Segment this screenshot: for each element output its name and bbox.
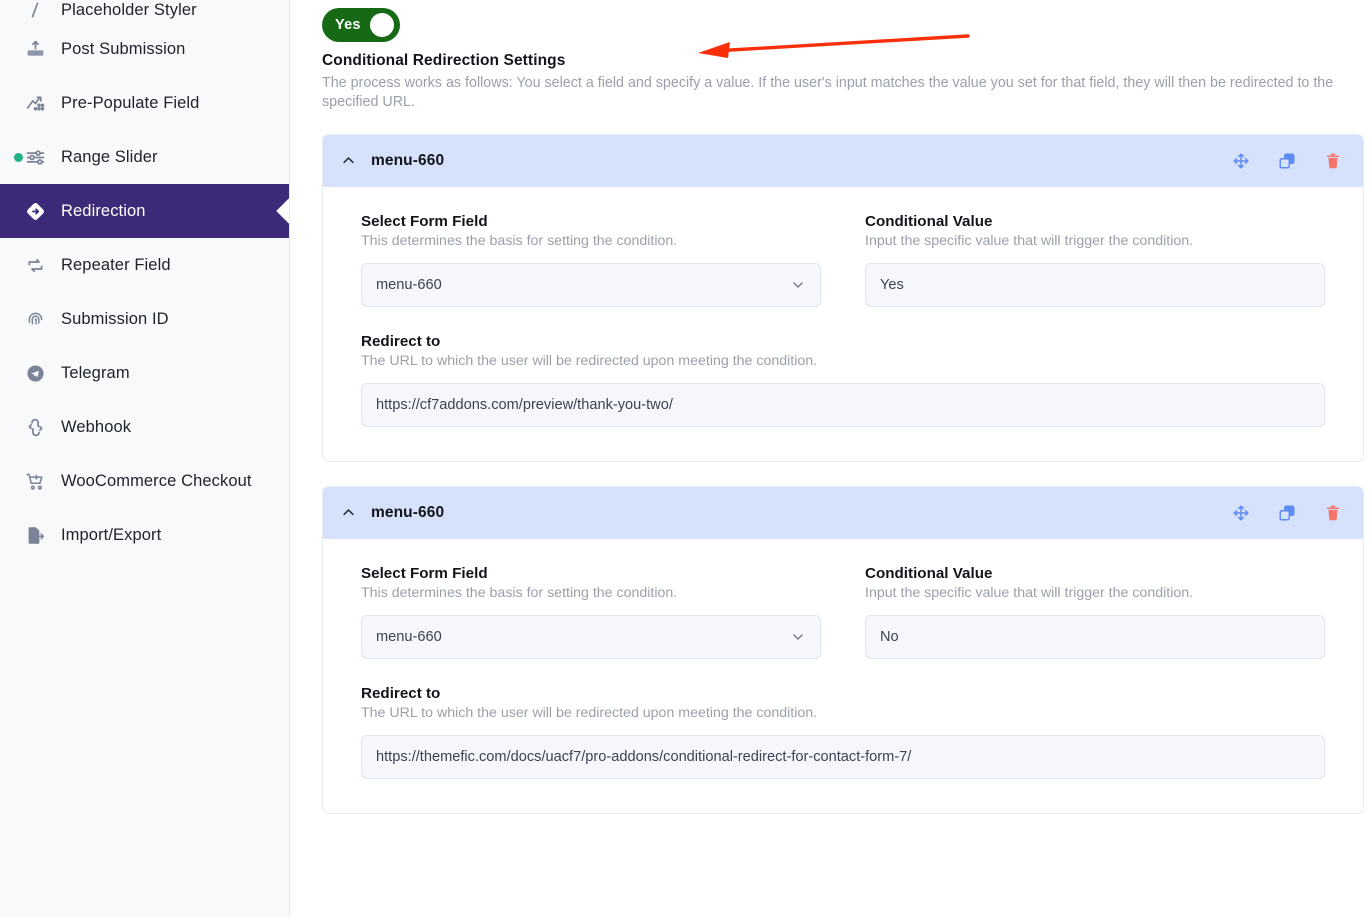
- toggle-knob: [370, 13, 394, 37]
- pre-populate-field-icon: [22, 92, 48, 114]
- redirect-to-group: Redirect to The URL to which the user wi…: [361, 685, 1325, 779]
- condition-card: menu-660: [322, 134, 1364, 462]
- sidebar-item-label: WooCommerce Checkout: [61, 472, 252, 491]
- conditional-value-group: Conditional Value Input the specific val…: [865, 565, 1325, 659]
- repeater-field-icon: [22, 254, 48, 276]
- select-form-field-help: This determines the basis for setting th…: [361, 585, 821, 601]
- conditional-value-input[interactable]: No: [865, 615, 1325, 659]
- conditional-value-help: Input the specific value that will trigg…: [865, 233, 1325, 249]
- post-submission-icon: [22, 38, 48, 60]
- select-form-field-dropdown[interactable]: menu-660: [361, 263, 821, 307]
- webhook-icon: [22, 416, 48, 438]
- app-root: Placeholder Styler Post Submission: [0, 0, 1370, 917]
- condition-card-actions: [1231, 151, 1343, 171]
- sidebar-item-label: Webhook: [61, 418, 131, 437]
- select-form-field-help: This determines the basis for setting th…: [361, 233, 821, 249]
- sidebar-item-label: Post Submission: [61, 40, 185, 59]
- sidebar-item-pre-populate-field[interactable]: Pre-Populate Field: [0, 76, 289, 130]
- redirect-url-input[interactable]: https://cf7addons.com/preview/thank-you-…: [361, 383, 1325, 427]
- redirect-to-group: Redirect to The URL to which the user wi…: [361, 333, 1325, 427]
- conditional-value-help: Input the specific value that will trigg…: [865, 585, 1325, 601]
- condition-card: menu-660: [322, 486, 1364, 814]
- select-form-field-group: Select Form Field This determines the ba…: [361, 565, 821, 659]
- status-dot: [14, 153, 23, 162]
- sidebar-item-label: Submission ID: [61, 310, 169, 329]
- sidebar-item-label: Import/Export: [61, 526, 161, 545]
- redirect-to-help: The URL to which the user will be redire…: [361, 353, 1325, 369]
- chevron-up-icon[interactable]: [339, 152, 357, 170]
- sidebar-item-redirection[interactable]: Redirection: [0, 184, 289, 238]
- sidebar-item-telegram[interactable]: Telegram: [0, 346, 289, 400]
- conditional-value-label: Conditional Value: [865, 213, 1325, 230]
- conditional-value-text: Yes: [880, 277, 904, 293]
- conditional-value-label: Conditional Value: [865, 565, 1325, 582]
- conditional-value-group: Conditional Value Input the specific val…: [865, 213, 1325, 307]
- move-icon[interactable]: [1231, 503, 1251, 523]
- delete-icon[interactable]: [1323, 151, 1343, 171]
- select-form-field-group: Select Form Field This determines the ba…: [361, 213, 821, 307]
- chevron-down-icon: [790, 277, 806, 293]
- select-form-field-value: menu-660: [376, 629, 442, 645]
- sidebar-item-label: Pre-Populate Field: [61, 94, 199, 113]
- redirect-to-label: Redirect to: [361, 685, 1325, 702]
- sidebar-item-webhook[interactable]: Webhook: [0, 400, 289, 454]
- sidebar-item-label: Redirection: [61, 202, 146, 221]
- sidebar-item-label: Telegram: [61, 364, 130, 383]
- select-form-field-label: Select Form Field: [361, 213, 821, 230]
- redirect-to-label: Redirect to: [361, 333, 1325, 350]
- sidebar-item-import-export[interactable]: Import/Export: [0, 508, 289, 562]
- condition-fields-row: Select Form Field This determines the ba…: [361, 565, 1325, 659]
- condition-card-body: Select Form Field This determines the ba…: [323, 539, 1363, 813]
- redirection-icon: [22, 200, 48, 222]
- page-description: The process works as follows: You select…: [322, 74, 1362, 112]
- range-slider-icon: [22, 146, 48, 168]
- import-export-icon: [22, 524, 48, 546]
- conditional-value-text: No: [880, 629, 899, 645]
- condition-card-body: Select Form Field This determines the ba…: [323, 187, 1363, 461]
- sidebar-item-label: Range Slider: [61, 148, 158, 167]
- sidebar-item-placeholder-styler[interactable]: Placeholder Styler: [0, 0, 289, 22]
- telegram-icon: [22, 362, 48, 384]
- sidebar-item-submission-id[interactable]: Submission ID: [0, 292, 289, 346]
- sidebar-item-label: Placeholder Styler: [61, 1, 197, 20]
- delete-icon[interactable]: [1323, 503, 1343, 523]
- sidebar-item-post-submission[interactable]: Post Submission: [0, 22, 289, 76]
- chevron-down-icon: [790, 629, 806, 645]
- redirect-url-input[interactable]: https://themefic.com/docs/uacf7/pro-addo…: [361, 735, 1325, 779]
- redirect-to-help: The URL to which the user will be redire…: [361, 705, 1325, 721]
- woocommerce-checkout-icon: [22, 470, 48, 492]
- select-form-field-value: menu-660: [376, 277, 442, 293]
- main-content: Yes Conditional Redirection Settings The…: [290, 0, 1370, 917]
- redirect-url-text: https://cf7addons.com/preview/thank-you-…: [376, 397, 673, 413]
- condition-card-header[interactable]: menu-660: [323, 135, 1363, 187]
- sidebar-item-woocommerce-checkout[interactable]: WooCommerce Checkout: [0, 454, 289, 508]
- sidebar: Placeholder Styler Post Submission: [0, 0, 290, 917]
- condition-fields-row: Select Form Field This determines the ba…: [361, 213, 1325, 307]
- submission-id-icon: [22, 308, 48, 330]
- conditional-value-input[interactable]: Yes: [865, 263, 1325, 307]
- enable-redirection-toggle[interactable]: Yes: [322, 8, 400, 42]
- sidebar-item-label: Repeater Field: [61, 256, 171, 275]
- condition-card-actions: [1231, 503, 1343, 523]
- duplicate-icon[interactable]: [1277, 151, 1297, 171]
- page-title: Conditional Redirection Settings: [322, 52, 1370, 70]
- enable-redirection-row: Yes: [322, 0, 1370, 52]
- condition-card-header[interactable]: menu-660: [323, 487, 1363, 539]
- move-icon[interactable]: [1231, 151, 1251, 171]
- condition-card-title: menu-660: [371, 504, 444, 522]
- duplicate-icon[interactable]: [1277, 503, 1297, 523]
- sidebar-item-range-slider[interactable]: Range Slider: [0, 130, 289, 184]
- toggle-state-label: Yes: [335, 17, 361, 33]
- placeholder-styler-icon: [22, 2, 48, 20]
- redirect-url-text: https://themefic.com/docs/uacf7/pro-addo…: [376, 749, 911, 765]
- select-form-field-dropdown[interactable]: menu-660: [361, 615, 821, 659]
- condition-card-title: menu-660: [371, 152, 444, 170]
- sidebar-item-repeater-field[interactable]: Repeater Field: [0, 238, 289, 292]
- sidebar-nav-list: Placeholder Styler Post Submission: [0, 0, 289, 562]
- chevron-up-icon[interactable]: [339, 504, 357, 522]
- select-form-field-label: Select Form Field: [361, 565, 821, 582]
